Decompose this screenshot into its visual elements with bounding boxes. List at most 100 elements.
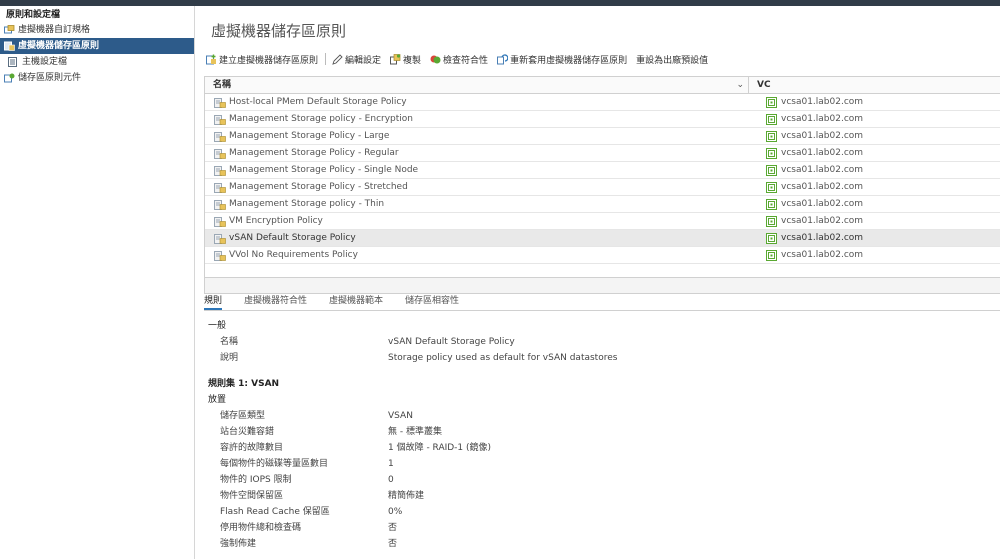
column-header-name[interactable]: 名稱 ⌄ bbox=[205, 77, 749, 93]
rule-value: 否 bbox=[388, 523, 398, 533]
sidebar-header: 原則和設定檔 bbox=[6, 10, 61, 20]
storage-policy-icon bbox=[214, 97, 226, 108]
grid-header: 名稱 ⌄ VC bbox=[205, 77, 1000, 94]
row-vc[interactable]: vcsa01.lab02.com bbox=[781, 97, 863, 107]
rule-row: 強制佈建 否 bbox=[208, 536, 988, 552]
storage-policy-icon bbox=[214, 233, 226, 244]
table-row[interactable]: VVol No Requirements Policy vcsa01.lab02.… bbox=[205, 247, 1000, 264]
column-header-vc[interactable]: VC bbox=[749, 77, 771, 93]
rule-key: 站台災難容錯 bbox=[220, 427, 275, 437]
rule-key: 每個物件的磁碟等量區數目 bbox=[220, 459, 329, 469]
row-name-cell: Management Storage Policy - Stretched bbox=[205, 179, 749, 195]
row-vc[interactable]: vcsa01.lab02.com bbox=[781, 199, 863, 209]
table-row[interactable]: Management Storage Policy - Single Node v… bbox=[205, 162, 1000, 179]
storage-policy-icon bbox=[214, 114, 226, 125]
row-vc[interactable]: vcsa01.lab02.com bbox=[781, 250, 863, 260]
row-vc[interactable]: vcsa01.lab02.com bbox=[781, 216, 863, 226]
row-vc[interactable]: vcsa01.lab02.com bbox=[781, 148, 863, 158]
check-compliance-icon bbox=[430, 55, 441, 63]
policy-name-value: vSAN Default Storage Policy bbox=[388, 337, 515, 347]
table-row[interactable]: vSAN Default Storage Policy vcsa01.lab02.… bbox=[205, 230, 1000, 247]
rule-row: 物件空間保留區 精簡佈建 bbox=[208, 488, 988, 504]
tab-rules[interactable]: 規則 bbox=[204, 292, 223, 310]
row-name-cell: VVol No Requirements Policy bbox=[205, 247, 749, 263]
row-name: Host-local PMem Default Storage Policy bbox=[229, 97, 407, 107]
row-vc-cell: vcsa01.lab02.com bbox=[749, 196, 863, 212]
storage-policy-icon bbox=[214, 216, 226, 227]
storage-policy-icon bbox=[214, 182, 226, 193]
edit-settings-button[interactable]: 編輯設定 bbox=[332, 53, 381, 66]
grid-footer bbox=[205, 277, 1000, 293]
rule-row: 站台災難容錯 無 - 標準叢集 bbox=[208, 424, 988, 440]
policy-grid: 名稱 ⌄ VC Host-local PMem Default Storage … bbox=[204, 76, 1000, 294]
row-name-cell: Management Storage Policy - Large bbox=[205, 128, 749, 144]
reapply-icon bbox=[497, 53, 509, 64]
sidebar-item-label: 主機設定檔 bbox=[22, 57, 68, 67]
table-row[interactable]: Management Storage policy - Thin vcsa01.l… bbox=[205, 196, 1000, 213]
rule-key: 儲存區類型 bbox=[220, 411, 266, 421]
storage-policy-icon bbox=[214, 148, 226, 159]
row-vc[interactable]: vcsa01.lab02.com bbox=[781, 114, 863, 124]
policy-component-icon bbox=[4, 73, 15, 83]
row-vc-cell: vcsa01.lab02.com bbox=[749, 213, 863, 229]
row-vc-cell: vcsa01.lab02.com bbox=[749, 145, 863, 161]
vcenter-icon bbox=[766, 198, 777, 210]
clone-icon bbox=[390, 53, 401, 64]
sidebar-item-storage-policy-components[interactable]: 儲存區原則元件 bbox=[0, 70, 194, 86]
row-name: Management Storage policy - Encryption bbox=[229, 114, 414, 124]
host-profile-icon bbox=[8, 57, 17, 67]
page-title: 虛擬機器儲存區原則 bbox=[211, 22, 347, 40]
row-name-cell: Management Storage Policy - Single Node bbox=[205, 162, 749, 178]
vcenter-icon bbox=[766, 215, 777, 227]
rule-row: Flash Read Cache 保留區 0% bbox=[208, 504, 988, 520]
row-name: VVol No Requirements Policy bbox=[229, 250, 358, 260]
row-vc-cell: vcsa01.lab02.com bbox=[749, 128, 863, 144]
vcenter-icon bbox=[766, 181, 777, 193]
tab-storage-compatibility[interactable]: 儲存區相容性 bbox=[405, 292, 459, 310]
ruleset-title: 規則集 1: VSAN bbox=[208, 379, 280, 389]
sidebar-item-label: 虛擬機器自訂規格 bbox=[18, 25, 91, 35]
clone-button[interactable]: 複製 bbox=[390, 53, 421, 66]
reset-defaults-button[interactable]: 重設為出廠預設值 bbox=[636, 53, 708, 66]
rules-details: 一般 名稱 vSAN Default Storage Policy 說明 Sto… bbox=[208, 318, 988, 552]
table-row[interactable]: VM Encryption Policy vcsa01.lab02.com bbox=[205, 213, 1000, 230]
row-vc-cell: vcsa01.lab02.com bbox=[749, 179, 863, 195]
reapply-policy-button[interactable]: 重新套用虛擬機器儲存區原則 bbox=[497, 53, 627, 66]
row-name-cell: Management Storage policy - Encryption bbox=[205, 111, 749, 127]
sidebar-item-label: 虛擬機器儲存區原則 bbox=[18, 41, 100, 51]
row-vc[interactable]: vcsa01.lab02.com bbox=[781, 233, 863, 243]
check-compliance-button[interactable]: 檢查符合性 bbox=[430, 53, 488, 66]
row-name: Management Storage Policy - Regular bbox=[229, 148, 399, 158]
sidebar: 原則和設定檔 虛擬機器自訂規格 虛擬機器儲存區原則 主機設定檔 儲存區原則元件 bbox=[0, 6, 195, 559]
rule-row: 儲存區類型 VSAN bbox=[208, 408, 988, 424]
chevron-down-icon[interactable]: ⌄ bbox=[736, 77, 744, 94]
table-row[interactable]: Management Storage policy - Encryption vc… bbox=[205, 111, 1000, 128]
row-vc[interactable]: vcsa01.lab02.com bbox=[781, 131, 863, 141]
storage-policy-icon bbox=[214, 131, 226, 142]
vcenter-icon bbox=[766, 164, 777, 176]
vcenter-icon bbox=[766, 113, 777, 125]
table-row[interactable]: Management Storage Policy - Regular vcsa0… bbox=[205, 145, 1000, 162]
sidebar-item-host-profiles[interactable]: 主機設定檔 bbox=[0, 54, 194, 70]
sidebar-item-vm-storage-policies[interactable]: 虛擬機器儲存區原則 bbox=[0, 38, 194, 54]
row-name: Management Storage Policy - Large bbox=[229, 131, 390, 141]
row-name: vSAN Default Storage Policy bbox=[229, 233, 356, 243]
storage-policy-icon bbox=[214, 165, 226, 176]
vm-customization-icon bbox=[4, 25, 15, 34]
sidebar-item-vm-customization[interactable]: 虛擬機器自訂規格 bbox=[0, 22, 194, 38]
rule-value: 否 bbox=[388, 539, 398, 549]
tab-vm-templates[interactable]: 虛擬機器範本 bbox=[329, 292, 383, 310]
create-policy-button[interactable]: 建立虛擬機器儲存區原則 bbox=[206, 53, 318, 66]
tab-vm-compliance[interactable]: 虛擬機器符合性 bbox=[244, 292, 307, 310]
table-row[interactable]: Management Storage Policy - Large vcsa01.… bbox=[205, 128, 1000, 145]
general-section-title: 一般 bbox=[208, 321, 227, 331]
table-row[interactable]: Management Storage Policy - Stretched vcs… bbox=[205, 179, 1000, 196]
rule-key: 物件空間保留區 bbox=[220, 491, 284, 501]
toolbar-separator bbox=[325, 53, 327, 65]
rule-row: 物件的 IOPS 限制 0 bbox=[208, 472, 988, 488]
sidebar-item-label: 儲存區原則元件 bbox=[18, 73, 82, 83]
placement-title: 放置 bbox=[208, 395, 227, 405]
row-vc[interactable]: vcsa01.lab02.com bbox=[781, 165, 863, 175]
row-vc[interactable]: vcsa01.lab02.com bbox=[781, 182, 863, 192]
table-row[interactable]: Host-local PMem Default Storage Policy vc… bbox=[205, 94, 1000, 111]
